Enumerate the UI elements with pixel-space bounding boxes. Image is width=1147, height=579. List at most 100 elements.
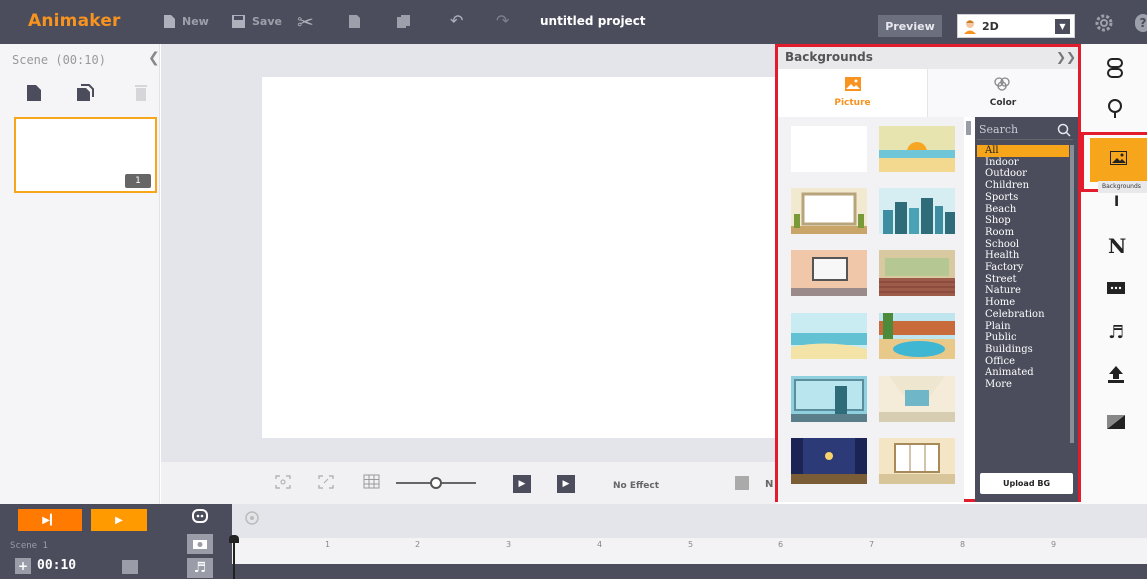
tab-color[interactable]: Color — [928, 69, 1078, 117]
upload-bg-button[interactable]: Upload BG — [980, 473, 1073, 494]
project-title[interactable]: untitled project — [540, 14, 646, 28]
effects-icon[interactable] — [1107, 415, 1125, 429]
play-scene-button[interactable]: ▶▎ — [18, 509, 82, 531]
collapse-double-chevron-icon[interactable]: ❯❯ — [1056, 50, 1076, 64]
bg-thumb-airport[interactable] — [879, 376, 955, 422]
zoom-slider[interactable] — [396, 476, 476, 490]
decrease-duration-button[interactable]: + — [15, 558, 31, 574]
category-item[interactable]: Sports — [977, 192, 1069, 204]
category-item[interactable]: Beach — [977, 204, 1069, 216]
undo-icon[interactable]: ↶ — [450, 11, 463, 30]
backgrounds-tooltip: Backgrounds — [1098, 181, 1147, 193]
background-icon — [1110, 151, 1127, 165]
picture-icon — [845, 77, 861, 91]
playhead-handle[interactable] — [229, 535, 239, 543]
category-item[interactable]: Street — [977, 274, 1069, 286]
category-item[interactable]: Children — [977, 180, 1069, 192]
settings-gear-icon[interactable] — [1095, 14, 1113, 32]
text-cursor-icon[interactable]: I — [1114, 194, 1119, 210]
bg-thumb-city-skyline[interactable] — [879, 188, 955, 234]
category-item[interactable]: Shop — [977, 215, 1069, 227]
save-icon — [232, 15, 245, 28]
bg-thumb-blank[interactable] — [791, 126, 867, 172]
bg-thumb-beach-sunset[interactable] — [879, 126, 955, 172]
timeline-track-bottom[interactable] — [232, 564, 1147, 579]
category-item[interactable]: All — [977, 145, 1069, 157]
play-icon[interactable]: ▶ — [557, 475, 575, 493]
category-item[interactable]: More — [977, 379, 1069, 391]
expand-icon[interactable] — [318, 475, 334, 489]
category-item[interactable]: Outdoor — [977, 168, 1069, 180]
grid-scrollbar[interactable] — [966, 121, 971, 135]
camera-icon[interactable] — [187, 534, 213, 554]
category-item[interactable]: Public — [977, 332, 1069, 344]
effect-label[interactable]: No Effect — [613, 481, 659, 491]
duplicate-scene-icon[interactable] — [76, 84, 94, 102]
bg-thumb-classroom-board[interactable] — [791, 188, 867, 234]
ruler-tick: 5 — [688, 540, 694, 549]
collapse-panel-icon[interactable]: ❮ — [148, 50, 160, 66]
bg-thumb-auditorium[interactable] — [879, 250, 955, 296]
scene-panel — [0, 44, 160, 504]
text-icon[interactable]: N — [1108, 234, 1126, 258]
search-input[interactable]: Search — [977, 120, 1073, 140]
play-from-icon[interactable]: ▶ — [513, 475, 531, 493]
play-button[interactable]: ▶ — [91, 509, 147, 531]
music-icon[interactable]: ♬ — [1108, 322, 1124, 343]
category-item[interactable]: Indoor — [977, 157, 1069, 169]
mode-select[interactable]: 2D ▼ — [957, 14, 1075, 38]
new-button-label: New — [182, 15, 209, 28]
search-icon — [1057, 123, 1071, 137]
category-item[interactable]: Celebration — [977, 309, 1069, 321]
playhead[interactable] — [233, 537, 235, 579]
redo-icon[interactable]: ↷ — [496, 11, 509, 30]
play-step-icon: ▶▎ — [42, 514, 58, 526]
category-item[interactable]: Buildings — [977, 344, 1069, 356]
app-logo: Animaker — [28, 11, 121, 31]
delete-scene-icon[interactable] — [134, 84, 148, 102]
category-item[interactable]: School — [977, 239, 1069, 251]
ruler-tick: 2 — [415, 540, 421, 549]
save-button[interactable]: Save — [231, 14, 282, 29]
bg-thumb-pool[interactable] — [879, 313, 955, 359]
timeline-scene-label: Scene 1 — [10, 541, 48, 551]
increase-duration-button[interactable] — [122, 560, 138, 574]
character-icon[interactable] — [1106, 58, 1124, 78]
avatar-icon — [964, 20, 976, 34]
pin-icon[interactable] — [1107, 99, 1123, 119]
new-button[interactable]: New — [163, 14, 209, 29]
add-scene-icon[interactable] — [26, 84, 42, 102]
preview-button[interactable]: Preview — [878, 15, 942, 37]
help-icon[interactable]: ? — [1135, 14, 1147, 32]
copy-icon[interactable] — [348, 14, 362, 29]
category-item[interactable]: Plain — [977, 321, 1069, 333]
bg-thumb-seaside[interactable] — [791, 313, 867, 359]
category-item[interactable]: Factory — [977, 262, 1069, 274]
category-item[interactable]: Nature — [977, 285, 1069, 297]
category-item[interactable]: Animated — [977, 367, 1069, 379]
tab-picture[interactable]: Picture — [778, 69, 928, 117]
palette-icon — [994, 77, 1010, 91]
scene-duration: 00:10 — [37, 558, 77, 573]
music-track-icon[interactable]: ♬ — [187, 558, 213, 578]
text-box-icon[interactable] — [1107, 282, 1125, 294]
cut-icon[interactable]: ✂ — [297, 10, 314, 34]
upload-icon[interactable] — [1107, 365, 1125, 383]
timeline-track-top[interactable] — [232, 504, 1147, 538]
paste-icon[interactable] — [396, 14, 411, 29]
category-item[interactable]: Room — [977, 227, 1069, 239]
fit-screen-icon[interactable] — [275, 475, 291, 489]
grid-icon[interactable] — [363, 474, 380, 489]
backgrounds-sidebar-button[interactable] — [1090, 138, 1147, 182]
bg-thumb-office-window[interactable] — [791, 376, 867, 422]
category-item[interactable]: Health — [977, 250, 1069, 262]
bg-thumb-stage-night[interactable] — [791, 438, 867, 484]
bg-thumb-shop-front[interactable] — [879, 438, 955, 484]
category-item[interactable]: Office — [977, 356, 1069, 368]
character-track-icon[interactable] — [187, 506, 213, 526]
effect-icon[interactable] — [735, 476, 749, 490]
canvas[interactable] — [262, 77, 776, 438]
category-scrollbar[interactable] — [1070, 145, 1074, 443]
category-item[interactable]: Home — [977, 297, 1069, 309]
bg-thumb-room-tv[interactable] — [791, 250, 867, 296]
